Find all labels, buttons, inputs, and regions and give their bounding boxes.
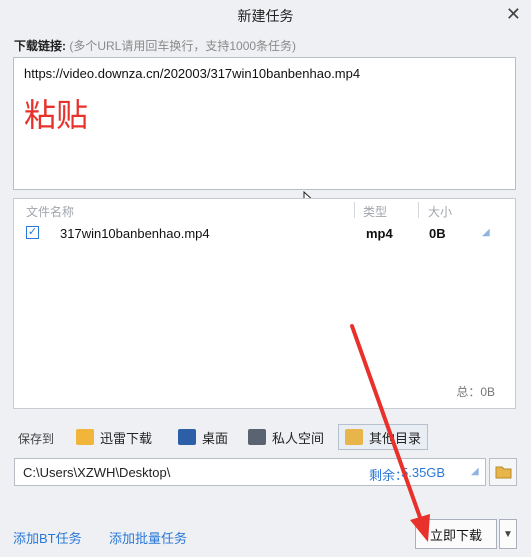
link-hint: (多个URL请用回车换行，支持1000条任务) <box>69 39 297 53</box>
save-option-label: 私人空间 <box>272 430 325 446</box>
save-option-label: 迅雷下载 <box>100 430 153 446</box>
save-to-label: 保存到 <box>18 432 55 446</box>
annotation-arrow <box>350 324 430 542</box>
link-label-row: 下载链接: (多个URL请用回车换行，支持1000条任务) <box>14 37 296 54</box>
desktop-icon <box>178 429 196 445</box>
dialog-title: 新建任务 <box>237 8 294 24</box>
save-path-text: C:\Users\XZWH\Desktop\ <box>23 465 171 480</box>
sort-triangle-icon: ◢ <box>482 227 490 238</box>
file-size: 0B <box>429 226 446 241</box>
save-option-desktop[interactable]: 桌面 <box>172 424 234 450</box>
file-list: 文件名称 类型 大小 ✓ 317win10banbenhao.mp4 mp4 0… <box>13 198 516 409</box>
file-checkbox[interactable]: ✓ <box>26 226 39 239</box>
browse-folder-button[interactable] <box>489 458 517 486</box>
chevron-down-icon[interactable]: ▼ <box>499 519 517 549</box>
add-bt-task-link[interactable]: 添加BT任务 <box>13 528 82 547</box>
link-label: 下载链接: <box>14 39 66 53</box>
url-input[interactable]: https://video.downza.cn/202003/317win10b… <box>13 57 516 190</box>
save-option-thunder[interactable]: 迅雷下载 <box>70 424 158 450</box>
column-divider <box>354 202 355 218</box>
save-option-private[interactable]: 私人空间 <box>242 424 330 450</box>
column-header-name: 文件名称 <box>26 205 75 219</box>
total-size: 总：0B <box>456 385 495 399</box>
dropdown-triangle-icon[interactable]: ◢ <box>471 466 479 477</box>
column-divider <box>418 202 419 218</box>
column-header-type: 类型 <box>363 205 388 219</box>
add-batch-task-link[interactable]: 添加批量任务 <box>109 528 187 547</box>
folder-icon <box>495 466 512 479</box>
private-space-icon <box>248 429 266 445</box>
paste-annotation: 粘贴 <box>24 96 89 134</box>
column-header-size: 大小 <box>428 205 453 219</box>
file-type: mp4 <box>366 226 393 241</box>
table-row[interactable]: ✓ 317win10banbenhao.mp4 mp4 0B ◢ <box>14 221 515 245</box>
save-option-label: 桌面 <box>202 430 229 446</box>
close-icon[interactable]: ✕ <box>506 4 521 25</box>
file-name: 317win10banbenhao.mp4 <box>60 226 210 241</box>
url-text: https://video.downza.cn/202003/317win10b… <box>24 66 361 81</box>
thunder-folder-icon <box>76 429 94 445</box>
